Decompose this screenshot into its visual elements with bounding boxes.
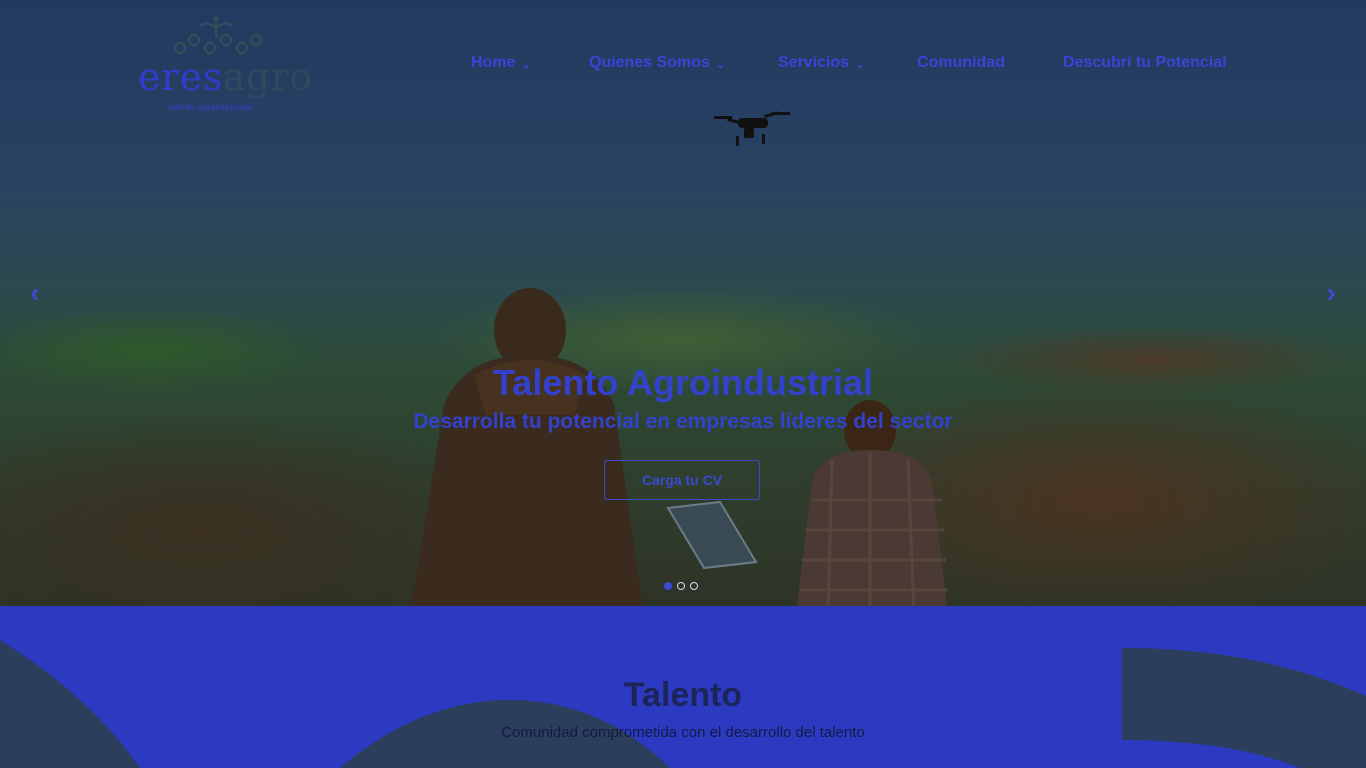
nav-item-label: Quienes Somos xyxy=(589,54,710,71)
brand-wordmark: eresagro xyxy=(138,58,313,96)
slider-dot-2[interactable] xyxy=(677,582,685,590)
slider-dot-1[interactable] xyxy=(664,582,672,590)
nav-item-comunidad[interactable]: Comunidad xyxy=(917,54,1005,72)
slider-next-button[interactable]: › xyxy=(1318,277,1344,308)
hero-photo-person-left xyxy=(411,288,643,606)
chevron-down-icon: ⌄ xyxy=(521,58,531,71)
hero-photo-laptop xyxy=(666,500,758,570)
nav-item-home[interactable]: Home ⌄ xyxy=(471,54,531,72)
nav-item-descubri-potencial[interactable]: Descubrí tu Potencial xyxy=(1063,54,1227,72)
section-title: Talento xyxy=(623,676,743,714)
nav-item-label: Home xyxy=(471,54,516,71)
slider-pagination xyxy=(664,582,698,590)
chevron-right-icon: › xyxy=(1326,277,1336,308)
upload-cv-button[interactable]: Carga tu CV xyxy=(604,460,760,500)
nav-item-label: Comunidad xyxy=(917,54,1005,71)
chevron-left-icon: ‹ xyxy=(30,277,40,308)
slider-dot-3[interactable] xyxy=(690,582,698,590)
sprout-logo-icon xyxy=(173,16,263,55)
upload-cv-button-label: Carga tu CV xyxy=(641,472,723,488)
nav-item-label: Servicios xyxy=(778,54,850,71)
nav-item-label: Descubrí tu Potencial xyxy=(1063,54,1227,71)
talent-section: Talento Comunidad comprometida con el de… xyxy=(0,606,1366,768)
hero-subtitle: Desarrolla tu potencial en empresas líde… xyxy=(413,410,953,433)
chevron-down-icon: ⌄ xyxy=(855,58,865,71)
hero-slider: eresagro talento agroindustrial Home ⌄ Q… xyxy=(0,0,1366,606)
nav-item-quienes-somos[interactable]: Quienes Somos ⌄ xyxy=(589,54,725,72)
section-subtitle: Comunidad comprometida con el desarrollo… xyxy=(501,724,865,741)
brand-word-agro: agro xyxy=(222,55,313,99)
nav-item-servicios[interactable]: Servicios ⌄ xyxy=(778,54,864,72)
drone-icon xyxy=(714,111,790,146)
slider-prev-button[interactable]: ‹ xyxy=(22,277,48,308)
hero-title: Talento Agroindustrial xyxy=(492,362,873,403)
brand-tagline: talento agroindustrial xyxy=(168,102,252,112)
chevron-down-icon: ⌄ xyxy=(715,58,726,71)
brand-word-eres: eres xyxy=(138,55,223,99)
brand-logo[interactable]: eresagro talento agroindustrial xyxy=(138,14,312,114)
